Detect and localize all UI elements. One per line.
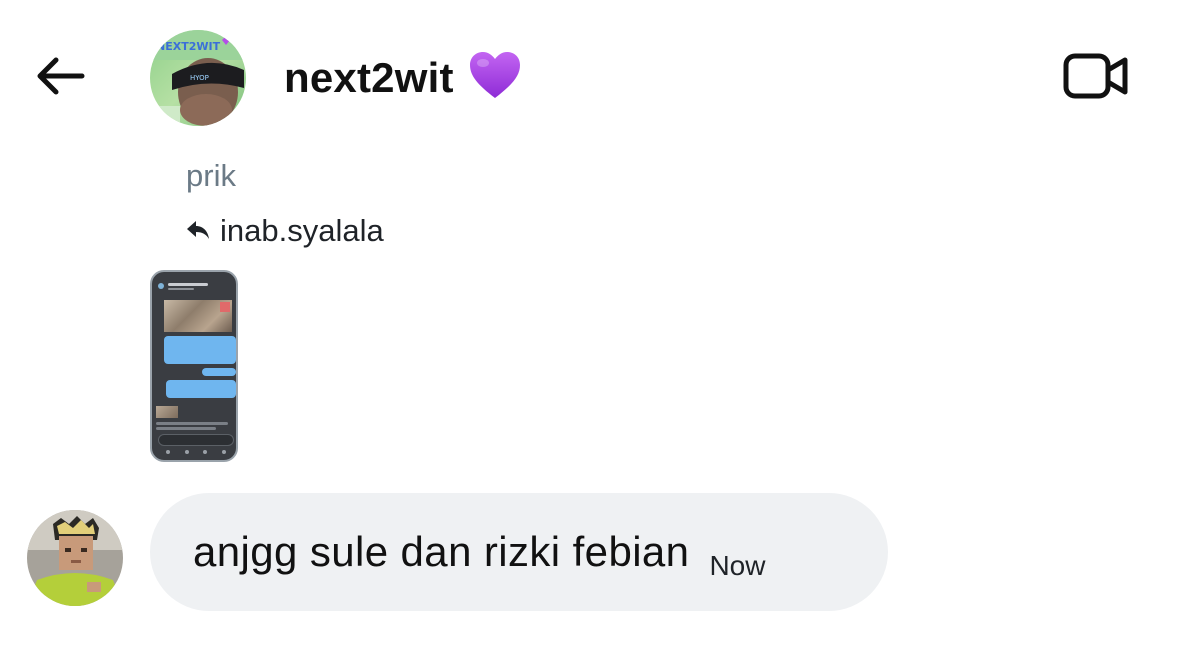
- message-text: anjgg sule dan rizki febian: [193, 528, 690, 575]
- message-timestamp: Now: [709, 550, 766, 581]
- thread-title[interactable]: next2wit: [284, 50, 522, 106]
- arrow-left-icon: [34, 56, 86, 101]
- replied-to-row: inab.syalala: [186, 213, 384, 249]
- purple-heart-icon: [468, 51, 522, 106]
- dm-thread-screen: NEXT2WIT HYOP next2wit prik inab.syalala…: [0, 0, 1179, 650]
- replied-to-username: inab.syalala: [220, 213, 384, 248]
- video-camera-icon: [1063, 52, 1129, 105]
- username: next2wit: [284, 54, 454, 101]
- reply-label: prik: [186, 158, 236, 193]
- video-call-button[interactable]: [1058, 48, 1134, 108]
- avatar-caption: NEXT2WIT: [156, 40, 221, 53]
- sender-avatar[interactable]: [27, 510, 123, 606]
- reply-arrow-icon: [186, 213, 210, 249]
- svg-text:HYOP: HYOP: [190, 74, 209, 82]
- back-button[interactable]: [28, 48, 92, 108]
- message-bubble[interactable]: anjgg sule dan rizki febian Now: [150, 493, 888, 611]
- profile-avatar[interactable]: NEXT2WIT HYOP: [150, 30, 246, 126]
- shared-screenshot[interactable]: [150, 270, 238, 462]
